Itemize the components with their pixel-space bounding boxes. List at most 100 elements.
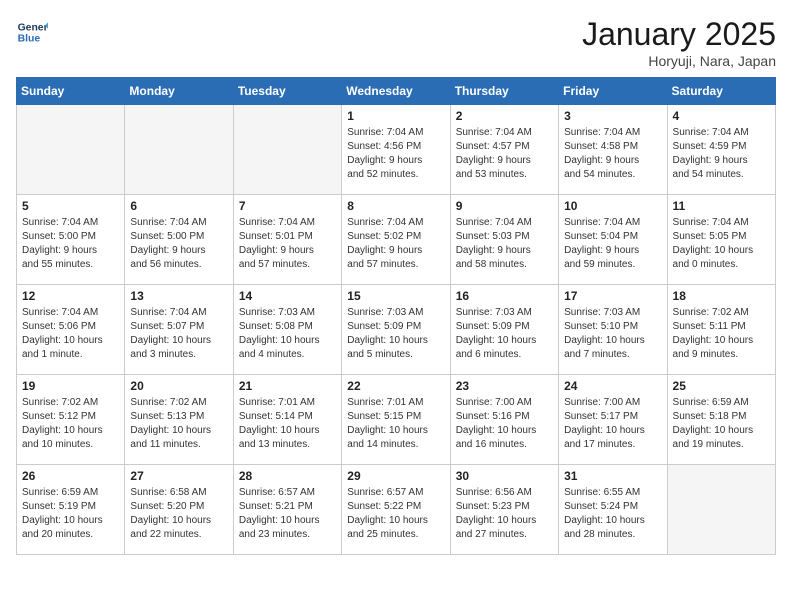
day-number: 17	[564, 289, 661, 303]
calendar-header: SundayMondayTuesdayWednesdayThursdayFrid…	[17, 78, 776, 105]
day-info: Sunrise: 7:03 AM Sunset: 5:09 PM Dayligh…	[347, 306, 444, 362]
svg-text:General: General	[18, 22, 48, 33]
day-number: 5	[22, 199, 119, 213]
calendar-cell: 30Sunrise: 6:56 AM Sunset: 5:23 PM Dayli…	[450, 465, 558, 555]
calendar-cell: 10 Sunrise: 7:04 AM Sunset: 5:04 PM Dayli…	[559, 195, 667, 285]
day-info: Sunrise: 7:04 AM Sunset: 4:59 PM Dayligh…	[673, 126, 770, 182]
day-info: Sunrise: 7:03 AM Sunset: 5:08 PM Dayligh…	[239, 306, 336, 362]
calendar-cell: 24Sunrise: 7:00 AM Sunset: 5:17 PM Dayli…	[559, 375, 667, 465]
calendar-cell: 13Sunrise: 7:04 AM Sunset: 5:07 PM Dayli…	[125, 285, 233, 375]
calendar-cell: 26Sunrise: 6:59 AM Sunset: 5:19 PM Dayli…	[17, 465, 125, 555]
day-number: 30	[456, 469, 553, 483]
weekday-header-row: SundayMondayTuesdayWednesdayThursdayFrid…	[17, 78, 776, 105]
day-info: Sunrise: 7:02 AM Sunset: 5:13 PM Dayligh…	[130, 396, 227, 452]
weekday-header: Monday	[125, 78, 233, 105]
day-info: Sunrise: 7:00 AM Sunset: 5:16 PM Dayligh…	[456, 396, 553, 452]
calendar: SundayMondayTuesdayWednesdayThursdayFrid…	[16, 77, 776, 555]
weekday-header: Saturday	[667, 78, 775, 105]
month-title: January 2025	[582, 16, 776, 53]
calendar-cell: 19Sunrise: 7:02 AM Sunset: 5:12 PM Dayli…	[17, 375, 125, 465]
weekday-header: Tuesday	[233, 78, 341, 105]
calendar-cell	[125, 105, 233, 195]
day-info: Sunrise: 7:01 AM Sunset: 5:14 PM Dayligh…	[239, 396, 336, 452]
calendar-cell: 17 Sunrise: 7:03 AM Sunset: 5:10 PM Dayli…	[559, 285, 667, 375]
day-number: 23	[456, 379, 553, 393]
day-info: Sunrise: 7:03 AM Sunset: 5:09 PM Dayligh…	[456, 306, 553, 362]
weekday-header: Wednesday	[342, 78, 450, 105]
day-number: 10	[564, 199, 661, 213]
calendar-cell: 31 Sunrise: 6:55 AM Sunset: 5:24 PM Dayli…	[559, 465, 667, 555]
calendar-cell	[233, 105, 341, 195]
day-number: 22	[347, 379, 444, 393]
calendar-cell: 11Sunrise: 7:04 AM Sunset: 5:05 PM Dayli…	[667, 195, 775, 285]
day-info: Sunrise: 7:04 AM Sunset: 5:00 PM Dayligh…	[130, 216, 227, 272]
calendar-cell: 9 Sunrise: 7:04 AM Sunset: 5:03 PM Daylig…	[450, 195, 558, 285]
day-info: Sunrise: 7:04 AM Sunset: 5:00 PM Dayligh…	[22, 216, 119, 272]
day-number: 12	[22, 289, 119, 303]
weekday-header: Thursday	[450, 78, 558, 105]
day-number: 16	[456, 289, 553, 303]
week-row: 26Sunrise: 6:59 AM Sunset: 5:19 PM Dayli…	[17, 465, 776, 555]
calendar-cell: 16 Sunrise: 7:03 AM Sunset: 5:09 PM Dayli…	[450, 285, 558, 375]
calendar-cell: 6 Sunrise: 7:04 AM Sunset: 5:00 PM Daylig…	[125, 195, 233, 285]
day-number: 4	[673, 109, 770, 123]
calendar-cell: 5 Sunrise: 7:04 AM Sunset: 5:00 PM Daylig…	[17, 195, 125, 285]
calendar-cell: 12Sunrise: 7:04 AM Sunset: 5:06 PM Dayli…	[17, 285, 125, 375]
calendar-cell: 23 Sunrise: 7:00 AM Sunset: 5:16 PM Dayli…	[450, 375, 558, 465]
day-number: 18	[673, 289, 770, 303]
calendar-cell: 25Sunrise: 6:59 AM Sunset: 5:18 PM Dayli…	[667, 375, 775, 465]
day-info: Sunrise: 6:59 AM Sunset: 5:18 PM Dayligh…	[673, 396, 770, 452]
day-number: 9	[456, 199, 553, 213]
day-number: 2	[456, 109, 553, 123]
day-number: 19	[22, 379, 119, 393]
calendar-cell: 27Sunrise: 6:58 AM Sunset: 5:20 PM Dayli…	[125, 465, 233, 555]
calendar-cell: 2 Sunrise: 7:04 AM Sunset: 4:57 PM Daylig…	[450, 105, 558, 195]
calendar-cell	[667, 465, 775, 555]
day-info: Sunrise: 7:04 AM Sunset: 5:03 PM Dayligh…	[456, 216, 553, 272]
day-info: Sunrise: 7:04 AM Sunset: 5:04 PM Dayligh…	[564, 216, 661, 272]
day-info: Sunrise: 7:04 AM Sunset: 5:01 PM Dayligh…	[239, 216, 336, 272]
logo: General Blue	[16, 16, 48, 48]
day-info: Sunrise: 7:04 AM Sunset: 4:57 PM Dayligh…	[456, 126, 553, 182]
day-number: 8	[347, 199, 444, 213]
day-number: 15	[347, 289, 444, 303]
week-row: 12Sunrise: 7:04 AM Sunset: 5:06 PM Dayli…	[17, 285, 776, 375]
day-number: 6	[130, 199, 227, 213]
calendar-cell: 28Sunrise: 6:57 AM Sunset: 5:21 PM Dayli…	[233, 465, 341, 555]
calendar-cell: 29 Sunrise: 6:57 AM Sunset: 5:22 PM Dayli…	[342, 465, 450, 555]
calendar-cell: 8 Sunrise: 7:04 AM Sunset: 5:02 PM Daylig…	[342, 195, 450, 285]
day-number: 7	[239, 199, 336, 213]
day-number: 1	[347, 109, 444, 123]
day-number: 31	[564, 469, 661, 483]
day-info: Sunrise: 6:57 AM Sunset: 5:21 PM Dayligh…	[239, 486, 336, 542]
title-block: January 2025 Horyuji, Nara, Japan	[582, 16, 776, 69]
week-row: 1Sunrise: 7:04 AM Sunset: 4:56 PM Daylig…	[17, 105, 776, 195]
logo-icon: General Blue	[16, 16, 48, 48]
day-number: 13	[130, 289, 227, 303]
weekday-header: Sunday	[17, 78, 125, 105]
location: Horyuji, Nara, Japan	[582, 53, 776, 69]
calendar-cell: 7 Sunrise: 7:04 AM Sunset: 5:01 PM Daylig…	[233, 195, 341, 285]
day-number: 24	[564, 379, 661, 393]
calendar-cell: 4 Sunrise: 7:04 AM Sunset: 4:59 PM Daylig…	[667, 105, 775, 195]
day-info: Sunrise: 6:57 AM Sunset: 5:22 PM Dayligh…	[347, 486, 444, 542]
day-info: Sunrise: 7:02 AM Sunset: 5:11 PM Dayligh…	[673, 306, 770, 362]
day-number: 26	[22, 469, 119, 483]
day-number: 29	[347, 469, 444, 483]
calendar-cell: 21Sunrise: 7:01 AM Sunset: 5:14 PM Dayli…	[233, 375, 341, 465]
day-info: Sunrise: 6:55 AM Sunset: 5:24 PM Dayligh…	[564, 486, 661, 542]
day-info: Sunrise: 7:04 AM Sunset: 5:02 PM Dayligh…	[347, 216, 444, 272]
calendar-cell: 3 Sunrise: 7:04 AM Sunset: 4:58 PM Daylig…	[559, 105, 667, 195]
calendar-cell: 14Sunrise: 7:03 AM Sunset: 5:08 PM Dayli…	[233, 285, 341, 375]
day-number: 11	[673, 199, 770, 213]
calendar-cell	[17, 105, 125, 195]
calendar-cell: 22Sunrise: 7:01 AM Sunset: 5:15 PM Dayli…	[342, 375, 450, 465]
day-number: 27	[130, 469, 227, 483]
calendar-body: 1Sunrise: 7:04 AM Sunset: 4:56 PM Daylig…	[17, 105, 776, 555]
day-info: Sunrise: 7:03 AM Sunset: 5:10 PM Dayligh…	[564, 306, 661, 362]
day-info: Sunrise: 7:04 AM Sunset: 4:58 PM Dayligh…	[564, 126, 661, 182]
day-number: 20	[130, 379, 227, 393]
week-row: 19Sunrise: 7:02 AM Sunset: 5:12 PM Dayli…	[17, 375, 776, 465]
day-number: 3	[564, 109, 661, 123]
calendar-cell: 18 Sunrise: 7:02 AM Sunset: 5:11 PM Dayli…	[667, 285, 775, 375]
